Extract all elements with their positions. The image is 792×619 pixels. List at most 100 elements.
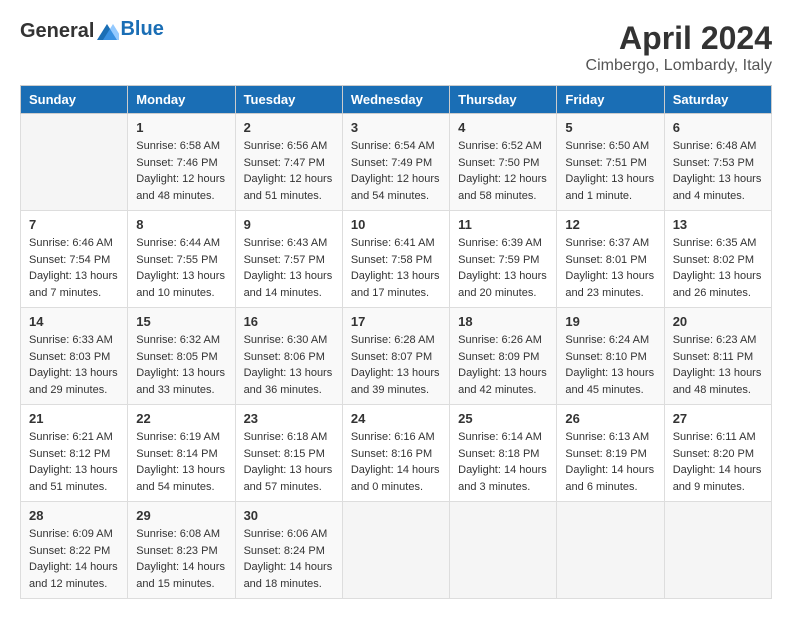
calendar-cell: 2Sunrise: 6:56 AMSunset: 7:47 PMDaylight… <box>235 114 342 211</box>
weekday-header-thursday: Thursday <box>450 86 557 114</box>
day-info: Sunrise: 6:58 AMSunset: 7:46 PMDaylight:… <box>136 138 226 204</box>
day-number: 11 <box>458 217 548 232</box>
weekday-header-friday: Friday <box>557 86 664 114</box>
calendar-cell: 28 Sunrise: 6:09 AMSunset: 8:22 PMDayligh… <box>21 502 128 599</box>
weekday-header-monday: Monday <box>128 86 235 114</box>
day-info: Sunrise: 6:28 AMSunset: 8:07 PMDaylight:… <box>351 332 441 398</box>
calendar-cell: 22 Sunrise: 6:19 AMSunset: 8:14 PMDayligh… <box>128 405 235 502</box>
day-number: 28 <box>29 508 119 523</box>
calendar-cell <box>342 502 449 599</box>
weekday-header-row: SundayMondayTuesdayWednesdayThursdayFrid… <box>21 86 772 114</box>
day-info: Sunrise: 6:39 AMSunset: 7:59 PMDaylight:… <box>458 235 548 301</box>
calendar-cell: 15 Sunrise: 6:32 AMSunset: 8:05 PMDayligh… <box>128 308 235 405</box>
calendar-cell: 21Sunrise: 6:21 AMSunset: 8:12 PMDayligh… <box>21 405 128 502</box>
weekday-header-wednesday: Wednesday <box>342 86 449 114</box>
calendar-table: SundayMondayTuesdayWednesdayThursdayFrid… <box>20 85 772 599</box>
day-number: 5 <box>565 120 655 135</box>
day-info: Sunrise: 6:44 AMSunset: 7:55 PMDaylight:… <box>136 235 226 301</box>
day-number: 18 <box>458 314 548 329</box>
location-title: Cimbergo, Lombardy, Italy <box>586 57 772 75</box>
day-info: Sunrise: 6:32 AMSunset: 8:05 PMDaylight:… <box>136 332 226 398</box>
day-info: Sunrise: 6:35 AMSunset: 8:02 PMDaylight:… <box>673 235 763 301</box>
day-info: Sunrise: 6:14 AMSunset: 8:18 PMDaylight:… <box>458 429 548 495</box>
calendar-cell <box>557 502 664 599</box>
day-info: Sunrise: 6:43 AMSunset: 7:57 PMDaylight:… <box>244 235 334 301</box>
day-number: 8 <box>136 217 226 232</box>
calendar-cell: 14 Sunrise: 6:33 AMSunset: 8:03 PMDayligh… <box>21 308 128 405</box>
calendar-cell: 7 Sunrise: 6:46 AMSunset: 7:54 PMDaylight… <box>21 211 128 308</box>
day-info: Sunrise: 6:37 AMSunset: 8:01 PMDaylight:… <box>565 235 655 301</box>
calendar-cell: 8 Sunrise: 6:44 AMSunset: 7:55 PMDaylight… <box>128 211 235 308</box>
day-info: Sunrise: 6:50 AMSunset: 7:51 PMDaylight:… <box>565 138 655 204</box>
weekday-header-tuesday: Tuesday <box>235 86 342 114</box>
day-number: 6 <box>673 120 763 135</box>
day-number: 26 <box>565 411 655 426</box>
calendar-cell: 30 Sunrise: 6:06 AMSunset: 8:24 PMDayligh… <box>235 502 342 599</box>
calendar-cell: 13 Sunrise: 6:35 AMSunset: 8:02 PMDayligh… <box>664 211 771 308</box>
day-info: Sunrise: 6:18 AMSunset: 8:15 PMDaylight:… <box>244 429 334 495</box>
header: General Blue April 2024 Cimbergo, Lombar… <box>20 20 772 75</box>
day-number: 27 <box>673 411 763 426</box>
day-number: 23 <box>244 411 334 426</box>
calendar-cell: 24 Sunrise: 6:16 AMSunset: 8:16 PMDayligh… <box>342 405 449 502</box>
day-info: Sunrise: 6:19 AMSunset: 8:14 PMDaylight:… <box>136 429 226 495</box>
day-info: Sunrise: 6:16 AMSunset: 8:16 PMDaylight:… <box>351 429 441 495</box>
day-info: Sunrise: 6:06 AMSunset: 8:24 PMDaylight:… <box>244 526 334 592</box>
day-info: Sunrise: 6:46 AMSunset: 7:54 PMDaylight:… <box>29 235 119 301</box>
day-number: 15 <box>136 314 226 329</box>
day-info: Sunrise: 6:23 AMSunset: 8:11 PMDaylight:… <box>673 332 763 398</box>
day-info: Sunrise: 6:09 AMSunset: 8:22 PMDaylight:… <box>29 526 119 592</box>
day-number: 13 <box>673 217 763 232</box>
calendar-cell: 26 Sunrise: 6:13 AMSunset: 8:19 PMDayligh… <box>557 405 664 502</box>
day-info: Sunrise: 6:56 AMSunset: 7:47 PMDaylight:… <box>244 138 334 204</box>
weekday-header-saturday: Saturday <box>664 86 771 114</box>
day-info: Sunrise: 6:33 AMSunset: 8:03 PMDaylight:… <box>29 332 119 398</box>
calendar-cell: 12 Sunrise: 6:37 AMSunset: 8:01 PMDayligh… <box>557 211 664 308</box>
day-number: 1 <box>136 120 226 135</box>
calendar-cell: 27Sunrise: 6:11 AMSunset: 8:20 PMDayligh… <box>664 405 771 502</box>
calendar-cell: 5 Sunrise: 6:50 AMSunset: 7:51 PMDaylight… <box>557 114 664 211</box>
calendar-cell: 20 Sunrise: 6:23 AMSunset: 8:11 PMDayligh… <box>664 308 771 405</box>
calendar-cell: 29Sunrise: 6:08 AMSunset: 8:23 PMDayligh… <box>128 502 235 599</box>
day-info: Sunrise: 6:24 AMSunset: 8:10 PMDaylight:… <box>565 332 655 398</box>
day-info: Sunrise: 6:26 AMSunset: 8:09 PMDaylight:… <box>458 332 548 398</box>
day-info: Sunrise: 6:48 AMSunset: 7:53 PMDaylight:… <box>673 138 763 204</box>
calendar-week-row: 1 Sunrise: 6:58 AMSunset: 7:46 PMDaylight… <box>21 114 772 211</box>
calendar-cell: 16Sunrise: 6:30 AMSunset: 8:06 PMDayligh… <box>235 308 342 405</box>
month-title: April 2024 <box>586 20 772 57</box>
calendar-cell: 23 Sunrise: 6:18 AMSunset: 8:15 PMDayligh… <box>235 405 342 502</box>
calendar-cell: 6 Sunrise: 6:48 AMSunset: 7:53 PMDaylight… <box>664 114 771 211</box>
day-info: Sunrise: 6:41 AMSunset: 7:58 PMDaylight:… <box>351 235 441 301</box>
calendar-week-row: 28 Sunrise: 6:09 AMSunset: 8:22 PMDayligh… <box>21 502 772 599</box>
day-number: 19 <box>565 314 655 329</box>
day-info: Sunrise: 6:54 AMSunset: 7:49 PMDaylight:… <box>351 138 441 204</box>
calendar-cell: 17 Sunrise: 6:28 AMSunset: 8:07 PMDayligh… <box>342 308 449 405</box>
calendar-cell: 9Sunrise: 6:43 AMSunset: 7:57 PMDaylight… <box>235 211 342 308</box>
day-number: 24 <box>351 411 441 426</box>
logo: General Blue <box>20 20 164 43</box>
day-number: 12 <box>565 217 655 232</box>
calendar-cell: 4Sunrise: 6:52 AMSunset: 7:50 PMDaylight… <box>450 114 557 211</box>
calendar-cell: 1 Sunrise: 6:58 AMSunset: 7:46 PMDaylight… <box>128 114 235 211</box>
logo-blue: Blue <box>120 18 163 40</box>
day-number: 30 <box>244 508 334 523</box>
day-number: 7 <box>29 217 119 232</box>
day-number: 4 <box>458 120 548 135</box>
day-number: 29 <box>136 508 226 523</box>
calendar-week-row: 7 Sunrise: 6:46 AMSunset: 7:54 PMDaylight… <box>21 211 772 308</box>
day-info: Sunrise: 6:21 AMSunset: 8:12 PMDaylight:… <box>29 429 119 495</box>
calendar-week-row: 21Sunrise: 6:21 AMSunset: 8:12 PMDayligh… <box>21 405 772 502</box>
day-number: 16 <box>244 314 334 329</box>
calendar-cell <box>21 114 128 211</box>
weekday-header-sunday: Sunday <box>21 86 128 114</box>
logo-general: General <box>20 20 94 43</box>
calendar-cell <box>450 502 557 599</box>
day-info: Sunrise: 6:13 AMSunset: 8:19 PMDaylight:… <box>565 429 655 495</box>
day-number: 22 <box>136 411 226 426</box>
calendar-cell: 11 Sunrise: 6:39 AMSunset: 7:59 PMDayligh… <box>450 211 557 308</box>
calendar-week-row: 14 Sunrise: 6:33 AMSunset: 8:03 PMDayligh… <box>21 308 772 405</box>
day-number: 25 <box>458 411 548 426</box>
day-number: 14 <box>29 314 119 329</box>
day-number: 20 <box>673 314 763 329</box>
day-number: 17 <box>351 314 441 329</box>
